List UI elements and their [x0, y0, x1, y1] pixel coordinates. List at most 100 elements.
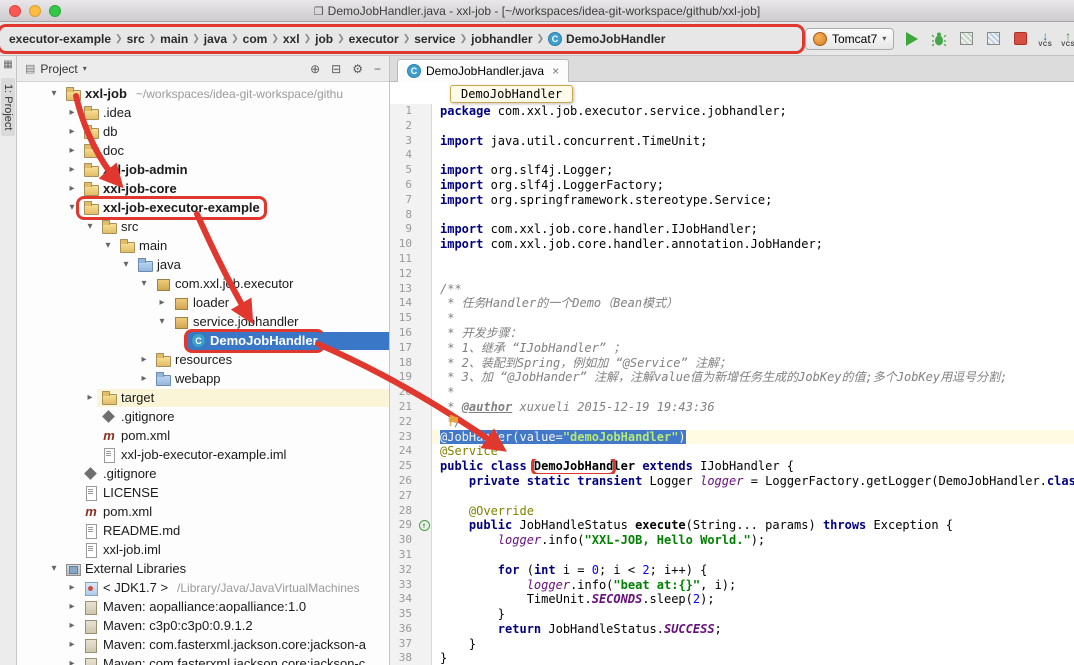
collapse-arrow-icon[interactable]: ▸ [65, 107, 79, 118]
project-tool-window-tab[interactable]: 1: Project [1, 78, 15, 136]
tool-windows-icon[interactable]: ▦ [3, 59, 12, 70]
run-configuration-selector[interactable]: Tomcat7 ▾ [805, 28, 894, 50]
code-line[interactable]: 2 [390, 119, 1074, 134]
tree-item[interactable]: ▸doc [17, 141, 389, 160]
tree-item[interactable]: mpom.xml [17, 502, 389, 521]
code-line[interactable]: 25public class DemoJobHandler extends IJ… [390, 459, 1074, 474]
expand-arrow-icon[interactable]: ▾ [83, 221, 97, 232]
tree-item[interactable]: ▾xxl-job-executor-example [17, 198, 389, 217]
code-line[interactable]: 16 * 开发步骤： [390, 326, 1074, 341]
zoom-window-button[interactable] [49, 5, 61, 17]
expand-arrow-icon[interactable]: ▾ [101, 240, 115, 251]
tree-item[interactable]: xxl-job.iml [17, 540, 389, 559]
tree-item[interactable]: mpom.xml [17, 426, 389, 445]
collapse-arrow-icon[interactable]: ▸ [65, 620, 79, 631]
code-line[interactable]: 36 return JobHandleStatus.SUCCESS; [390, 622, 1074, 637]
collapse-all-icon[interactable]: ⊟ [331, 62, 341, 76]
tree-item[interactable]: ▸target [17, 388, 389, 407]
tree-item[interactable]: ▾java [17, 255, 389, 274]
code-line[interactable]: 10import com.xxl.job.core.handler.annota… [390, 237, 1074, 252]
tree-item[interactable]: ▸resources [17, 350, 389, 369]
code-line[interactable]: 21 * @author xuxueli 2015-12-19 19:43:36 [390, 400, 1074, 415]
code-line[interactable]: 29↑ public JobHandleStatus execute(Strin… [390, 518, 1074, 533]
tree-item[interactable]: .gitignore [17, 407, 389, 426]
code-line[interactable]: 27 [390, 489, 1074, 504]
breadcrumb-item[interactable]: java [201, 31, 230, 47]
expand-arrow-icon[interactable]: ▾ [119, 259, 133, 270]
editor-tab[interactable]: C DemoJobHandler.java × [397, 59, 569, 82]
code-line[interactable]: 17 * 1、继承 “IJobHandler” ； [390, 341, 1074, 356]
collapse-arrow-icon[interactable]: ▸ [65, 145, 79, 156]
tree-item[interactable]: ▾main [17, 236, 389, 255]
tree-item[interactable]: xxl-job-executor-example.iml [17, 445, 389, 464]
tree-item[interactable]: ▸Maven: com.fasterxml.jackson.core:jacks… [17, 635, 389, 654]
tree-item[interactable]: ▾src [17, 217, 389, 236]
minimize-window-button[interactable] [29, 5, 41, 17]
code-line[interactable]: 14 * 任务Handler的一个Demo（Bean模式） [390, 296, 1074, 311]
editor-breadcrumb-chip[interactable]: DemoJobHandler [450, 85, 573, 103]
stop-button[interactable] [1011, 30, 1029, 48]
tree-item[interactable]: ▸Maven: com.fasterxml.jackson.core:jacks… [17, 654, 389, 665]
code-line[interactable]: 33 logger.info("beat at:{}", i); [390, 578, 1074, 593]
code-line[interactable]: 34 TimeUnit.SECONDS.sleep(2); [390, 592, 1074, 607]
breadcrumb-item[interactable]: xxl [280, 31, 303, 47]
tree-item[interactable]: LICENSE [17, 483, 389, 502]
code-line[interactable]: 15 * [390, 311, 1074, 326]
collapse-arrow-icon[interactable]: ▸ [137, 354, 151, 365]
tree-item[interactable]: ▸xxl-job-core [17, 179, 389, 198]
expand-arrow-icon[interactable]: ▾ [47, 563, 61, 574]
hide-panel-icon[interactable]: − [374, 62, 381, 76]
code-line[interactable]: 37 } [390, 637, 1074, 652]
collapse-arrow-icon[interactable]: ▸ [137, 373, 151, 384]
tree-item[interactable]: CDemoJobHandler [17, 331, 389, 350]
tree-item[interactable]: ▸xxl-job-admin [17, 160, 389, 179]
code-line[interactable]: 11 [390, 252, 1074, 267]
breadcrumb-item[interactable]: service [411, 31, 458, 47]
coverage-button[interactable] [957, 30, 975, 48]
tree-item[interactable]: ▾service.jobhandler [17, 312, 389, 331]
breadcrumb-item[interactable]: CDemoJobHandler [545, 31, 668, 47]
tree-item[interactable]: ▸Maven: aopalliance:aopalliance:1.0 [17, 597, 389, 616]
gear-icon[interactable]: ⚙ [352, 62, 363, 76]
locate-icon[interactable]: ⊕ [310, 62, 320, 76]
breadcrumb-item[interactable]: job [312, 31, 336, 47]
matrix-button[interactable] [984, 30, 1002, 48]
code-line[interactable]: 22 */ [390, 415, 1074, 430]
code-line[interactable]: 3import java.util.concurrent.TimeUnit; [390, 134, 1074, 149]
tree-item[interactable]: ▾xxl-job~/workspaces/idea-git-workspace/… [17, 84, 389, 103]
collapse-arrow-icon[interactable]: ▸ [65, 601, 79, 612]
expand-arrow-icon[interactable]: ▾ [155, 316, 169, 327]
vcs-update-button[interactable]: ↓ VCS [1038, 30, 1052, 48]
tree-item[interactable]: README.md [17, 521, 389, 540]
breadcrumb-item[interactable]: com [240, 31, 271, 47]
code-line[interactable]: 13/** [390, 282, 1074, 297]
run-button[interactable] [903, 30, 921, 48]
expand-arrow-icon[interactable]: ▾ [65, 202, 79, 213]
code-line[interactable]: 9import com.xxl.job.core.handler.IJobHan… [390, 222, 1074, 237]
code-line[interactable]: 5import org.slf4j.Logger; [390, 163, 1074, 178]
code-line[interactable]: 35 } [390, 607, 1074, 622]
collapse-arrow-icon[interactable]: ▸ [65, 639, 79, 650]
code-line[interactable]: 23@JobHander(value="demoJobHandler") [390, 430, 1074, 445]
debug-button[interactable] [930, 30, 948, 48]
tree-item[interactable]: ▸< JDK1.7 >/Library/Java/JavaVirtualMach… [17, 578, 389, 597]
tree-item[interactable]: ▾com.xxl.job.executor [17, 274, 389, 293]
tree-item[interactable]: ▾External Libraries [17, 559, 389, 578]
collapse-arrow-icon[interactable]: ▸ [83, 392, 97, 403]
tree-item[interactable]: ▸loader [17, 293, 389, 312]
collapse-arrow-icon[interactable]: ▸ [65, 183, 79, 194]
code-line[interactable]: 1package com.xxl.job.executor.service.jo… [390, 104, 1074, 119]
code-line[interactable]: 6import org.slf4j.LoggerFactory; [390, 178, 1074, 193]
tree-item[interactable]: ▸Maven: c3p0:c3p0:0.9.1.2 [17, 616, 389, 635]
breadcrumb-item[interactable]: jobhandler [468, 31, 535, 47]
code-line[interactable]: 24@Service [390, 444, 1074, 459]
tree-item[interactable]: ▸.idea [17, 103, 389, 122]
close-window-button[interactable] [9, 5, 21, 17]
tree-item[interactable]: ▸db [17, 122, 389, 141]
code-line[interactable]: 19 * 3、加 “@JobHander” 注解，注解value值为新增任务生成… [390, 370, 1074, 385]
code-line[interactable]: 26 private static transient Logger logge… [390, 474, 1074, 489]
code-line[interactable]: 28 @Override [390, 504, 1074, 519]
code-line[interactable]: 30 logger.info("XXL-JOB, Hello World."); [390, 533, 1074, 548]
code-line[interactable]: 38} [390, 651, 1074, 665]
code-line[interactable]: 4 [390, 148, 1074, 163]
